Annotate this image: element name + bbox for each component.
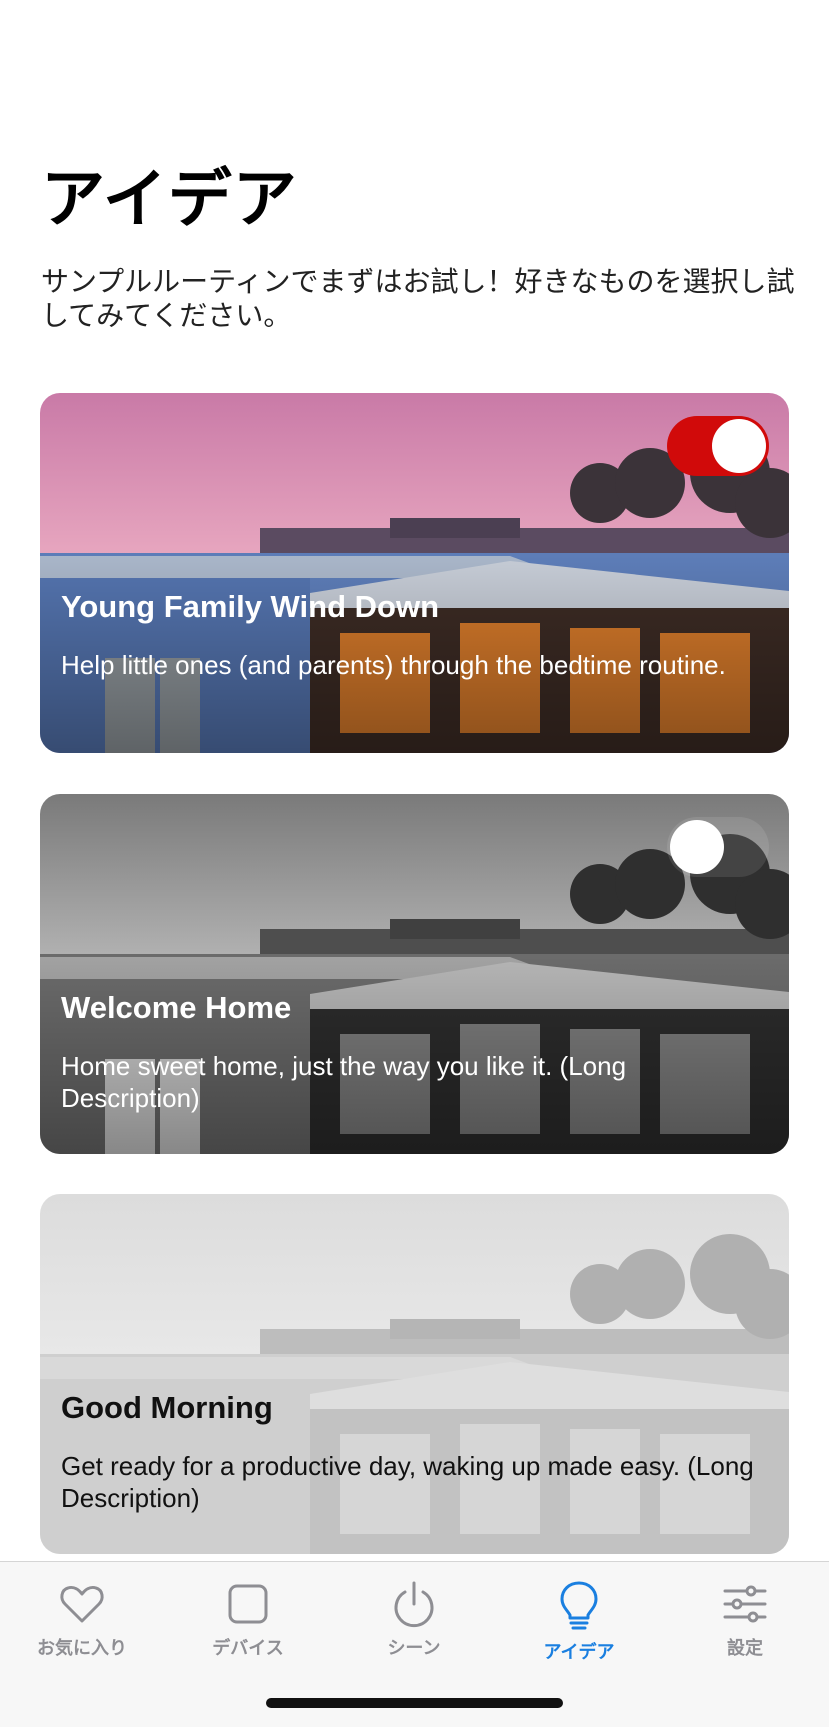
tab-ideas[interactable]: アイデア (504, 1580, 654, 1664)
power-icon (394, 1581, 434, 1628)
idea-description: Home sweet home, just the way you like i… (61, 1051, 627, 1113)
tab-label: アイデア (543, 1642, 615, 1663)
tab-label: シーン (387, 1638, 441, 1659)
idea-card-young-family[interactable]: Young Family Wind Down Help little ones … (40, 393, 789, 753)
tab-favorites[interactable]: お気に入り (7, 1580, 157, 1660)
device-square-icon (228, 1584, 268, 1624)
idea-card-good-morning[interactable]: Good Morning Get ready for a productive … (40, 1194, 789, 1554)
idea-title: Young Family Wind Down (61, 589, 440, 624)
idea-description: Get ready for a productive day, waking u… (61, 1451, 754, 1513)
tab-settings[interactable]: 設定 (670, 1580, 820, 1660)
idea-title: Good Morning (61, 1390, 273, 1425)
idea-title: Welcome Home (61, 990, 292, 1025)
tab-label: お気に入り (37, 1638, 127, 1659)
idea-description: Help little ones (and parents) through t… (61, 650, 726, 680)
idea-card-welcome-home[interactable]: Welcome Home Home sweet home, just the w… (40, 794, 789, 1154)
heart-icon (60, 1586, 104, 1623)
page-title: アイデア (41, 163, 298, 237)
tab-label: 設定 (727, 1638, 763, 1659)
tab-scenes[interactable]: シーン (339, 1580, 489, 1660)
toggle-knob (712, 419, 766, 473)
idea-toggle-off[interactable] (667, 817, 769, 877)
toggle-knob (670, 820, 724, 874)
home-indicator[interactable] (266, 1698, 563, 1708)
sliders-icon (723, 1585, 767, 1623)
tab-label: デバイス (212, 1638, 284, 1659)
page-subtitle: サンプルルーティンでまずはお試し！好きなものを選択し試してみてください。 (41, 265, 795, 332)
ideas-screen: アイデア サンプルルーティンでまずはお試し！好きなものを選択し試してみてください… (0, 0, 829, 1727)
tab-devices[interactable]: デバイス (173, 1580, 323, 1660)
lightbulb-icon (560, 1581, 598, 1630)
idea-toggle-on[interactable] (667, 416, 769, 476)
